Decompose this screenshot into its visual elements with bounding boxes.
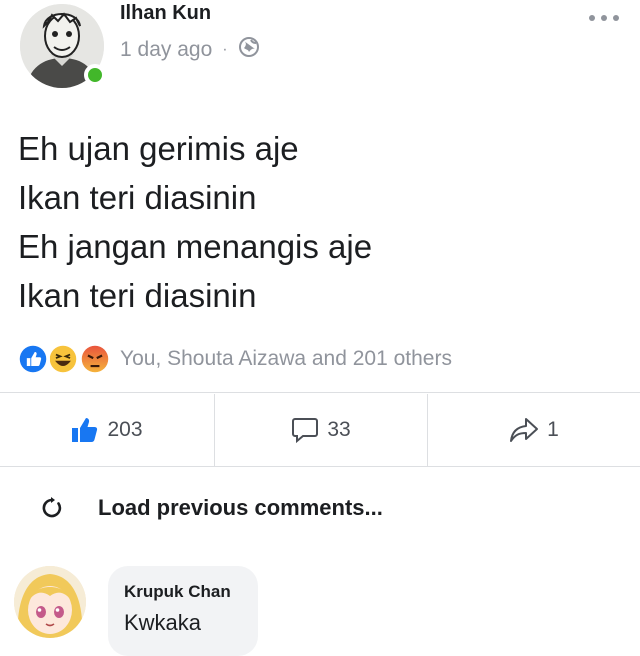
more-options-button[interactable] <box>584 6 624 30</box>
post-line: Ikan teri diasinin <box>18 277 257 314</box>
like-icon <box>16 342 50 376</box>
meta-separator: · <box>222 41 228 58</box>
reactions-summary[interactable]: You, Shouta Aizawa and 201 others <box>16 340 452 378</box>
comment-text: Kwkaka <box>124 610 202 635</box>
comment-button[interactable]: 33 <box>215 394 427 466</box>
share-button[interactable]: 1 <box>428 394 640 466</box>
post-action-bar: 203 33 1 <box>0 394 640 466</box>
comment-icon <box>292 418 319 444</box>
post-body: Eh ujan gerimis aje Ikan teri diasinin E… <box>18 124 372 320</box>
globe-icon <box>238 36 260 64</box>
load-previous-comments-button[interactable]: Load previous comments... <box>40 488 383 528</box>
divider <box>0 466 640 467</box>
share-arrow-icon <box>510 418 539 442</box>
reactions-summary-text[interactable]: You, Shouta Aizawa and 201 others <box>120 347 452 371</box>
post-line: Eh jangan menangis aje <box>18 228 373 265</box>
comment-count: 33 <box>327 418 351 441</box>
like-count: 203 <box>107 418 143 441</box>
load-previous-comments-label: Load previous comments... <box>98 495 383 520</box>
post-meta: 1 day ago · <box>120 36 260 64</box>
share-count: 1 <box>547 418 559 441</box>
refresh-icon <box>42 497 62 518</box>
post-timestamp[interactable]: 1 day ago <box>120 38 212 62</box>
post-line: Ikan teri diasinin <box>18 179 257 216</box>
post-line: Eh ujan gerimis aje <box>18 130 299 167</box>
online-status-indicator <box>84 64 106 86</box>
comment-author-name[interactable]: Krupuk Chan <box>124 582 231 602</box>
commenter-avatar-image <box>14 566 86 638</box>
commenter-avatar[interactable] <box>14 566 86 638</box>
post-author-name[interactable]: Ilhan Kun <box>120 2 211 25</box>
ellipsis-icon <box>589 15 619 21</box>
haha-icon <box>46 342 80 376</box>
angry-icon <box>78 342 112 376</box>
divider <box>0 392 640 393</box>
like-button[interactable]: 203 <box>0 394 214 466</box>
thumbs-up-icon <box>72 418 98 442</box>
reaction-icons <box>16 342 118 376</box>
